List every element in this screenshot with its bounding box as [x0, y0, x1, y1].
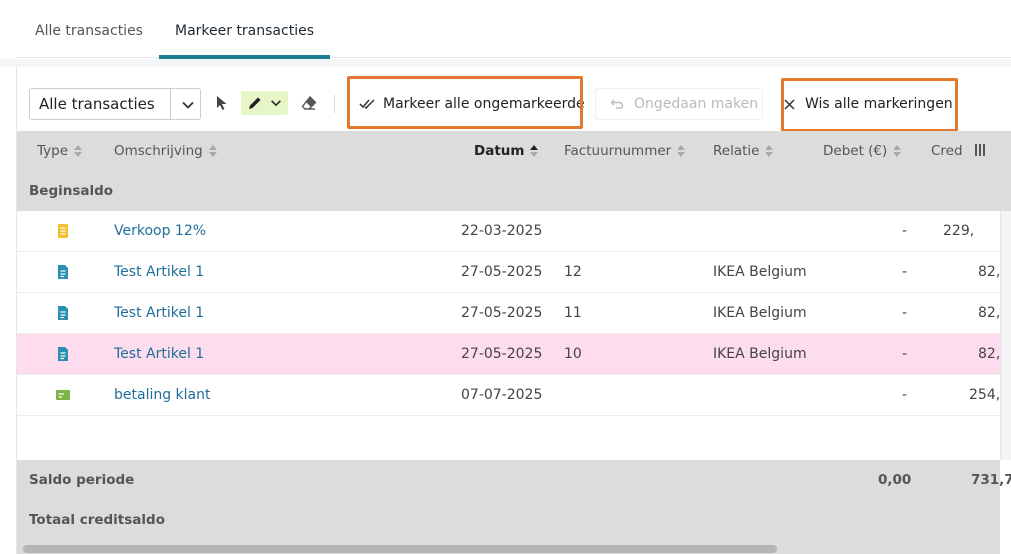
select-divider [170, 89, 171, 119]
chevron-down-icon [270, 100, 281, 107]
table-header: Type Omschrijving Datum Factuurnummer Re… [17, 131, 1011, 211]
pen-icon [248, 97, 260, 109]
column-header-datum-label: Datum [474, 143, 525, 159]
chevron-down-icon [182, 101, 194, 109]
omschrijving-link[interactable]: Test Artikel 1 [114, 252, 204, 292]
eraser-tool[interactable] [298, 91, 320, 115]
debet-cell: - [901, 305, 907, 321]
sort-ascending-icon [530, 145, 539, 157]
marker-pen-tool[interactable] [241, 91, 288, 115]
horizontal-scrollbar[interactable] [23, 545, 777, 553]
cursor-arrow-icon [217, 96, 227, 110]
saldo-periode-label: Saldo periode [29, 472, 135, 488]
column-header-datum[interactable]: Datum [474, 131, 539, 171]
datum-cell: 07-07-2025 [461, 387, 543, 403]
debet-cell: - [901, 346, 907, 362]
toolbar-divider [334, 95, 335, 113]
beginsaldo-label: Beginsaldo [29, 183, 114, 199]
column-header-relatie-label: Relatie [713, 143, 760, 159]
debet-cell: - [901, 387, 907, 403]
vertical-scrollbar-track[interactable] [1000, 211, 1011, 460]
table-row[interactable]: Verkoop 12% 22-03-2025 - 229, [17, 211, 1000, 252]
divider [0, 59, 1011, 67]
column-header-type[interactable]: Type [37, 131, 83, 171]
sort-icon [765, 145, 774, 157]
datum-cell: 22-03-2025 [461, 223, 543, 239]
tab-markeer-transacties[interactable]: Markeer transacties [159, 0, 330, 59]
datum-cell: 27-05-2025 [461, 346, 543, 362]
undo-icon [610, 99, 624, 109]
column-header-credit[interactable]: Cred [931, 131, 969, 171]
transaction-filter-value: Alle transacties [39, 95, 155, 113]
omschrijving-link[interactable]: Test Artikel 1 [114, 334, 204, 374]
column-header-type-label: Type [37, 143, 69, 159]
undo-button[interactable]: Ongedaan maken [595, 88, 763, 120]
datum-cell: 27-05-2025 [461, 264, 543, 280]
tab-bar: Alle transacties Markeer transacties [16, 0, 1011, 59]
table-row[interactable]: Test Artikel 1 27-05-2025 12 IKEA Belgiu… [17, 252, 1009, 293]
transaction-filter-select[interactable]: Alle transacties [29, 88, 201, 120]
saldo-periode-debet: 0,00 [878, 472, 912, 488]
column-header-debet-label: Debet (€) [823, 143, 888, 159]
omschrijving-link[interactable]: betaling klant [114, 375, 211, 415]
undo-label: Ongedaan maken [634, 96, 759, 112]
sort-icon [74, 145, 83, 157]
eraser-icon [301, 95, 317, 110]
yellow-invoice-icon [58, 224, 68, 238]
debet-cell: - [901, 264, 907, 280]
factuurnummer-cell: 11 [564, 305, 582, 321]
column-header-omschrijving[interactable]: Omschrijving [114, 131, 217, 171]
teal-document-icon [58, 265, 68, 279]
teal-document-icon [58, 347, 68, 361]
datum-cell: 27-05-2025 [461, 305, 543, 321]
column-settings-icon[interactable] [974, 144, 986, 156]
column-header-debet[interactable]: Debet (€) [823, 131, 902, 171]
sort-icon [677, 145, 686, 157]
column-header-factuurnummer[interactable]: Factuurnummer [564, 131, 686, 171]
omschrijving-link[interactable]: Verkoop 12% [114, 211, 206, 251]
column-header-relatie[interactable]: Relatie [713, 131, 774, 171]
sort-icon [208, 145, 217, 157]
callout-highlight-clear-all [781, 78, 958, 132]
factuurnummer-cell: 10 [564, 346, 582, 362]
callout-highlight-mark-all [347, 76, 583, 129]
credit-cell: 229, [943, 223, 975, 239]
column-header-factuurnummer-label: Factuurnummer [564, 143, 672, 159]
green-payment-icon [56, 390, 70, 400]
transactions-panel: Alle transacties Markeer alle ongemarkee… [16, 67, 1011, 554]
teal-document-icon [58, 306, 68, 320]
factuurnummer-cell: 12 [564, 264, 582, 280]
select-cursor-tool[interactable] [212, 91, 232, 115]
column-header-omschrijving-label: Omschrijving [114, 143, 203, 159]
table-footer: Saldo periode 0,00 731,7 Totaal creditsa… [17, 460, 1011, 554]
totaal-creditsaldo-label: Totaal creditsaldo [29, 512, 165, 528]
relatie-cell: IKEA Belgium [713, 346, 807, 362]
omschrijving-link[interactable]: Test Artikel 1 [114, 293, 204, 333]
table-row[interactable]: Test Artikel 1 27-05-2025 11 IKEA Belgiu… [17, 293, 1009, 334]
table-row-highlighted[interactable]: Test Artikel 1 27-05-2025 10 IKEA Belgiu… [17, 334, 1009, 375]
relatie-cell: IKEA Belgium [713, 305, 807, 321]
relatie-cell: IKEA Belgium [713, 264, 807, 280]
debet-cell: - [901, 223, 907, 239]
saldo-periode-credit: 731,7 [971, 472, 1011, 488]
column-header-credit-label: Cred [931, 143, 963, 159]
toolbar: Alle transacties Markeer alle ongemarkee… [17, 67, 1011, 132]
tab-alle-transacties[interactable]: Alle transacties [35, 0, 143, 58]
sort-icon [893, 145, 902, 157]
table-row[interactable]: betaling klant 07-07-2025 - 254,0 [17, 375, 1009, 416]
